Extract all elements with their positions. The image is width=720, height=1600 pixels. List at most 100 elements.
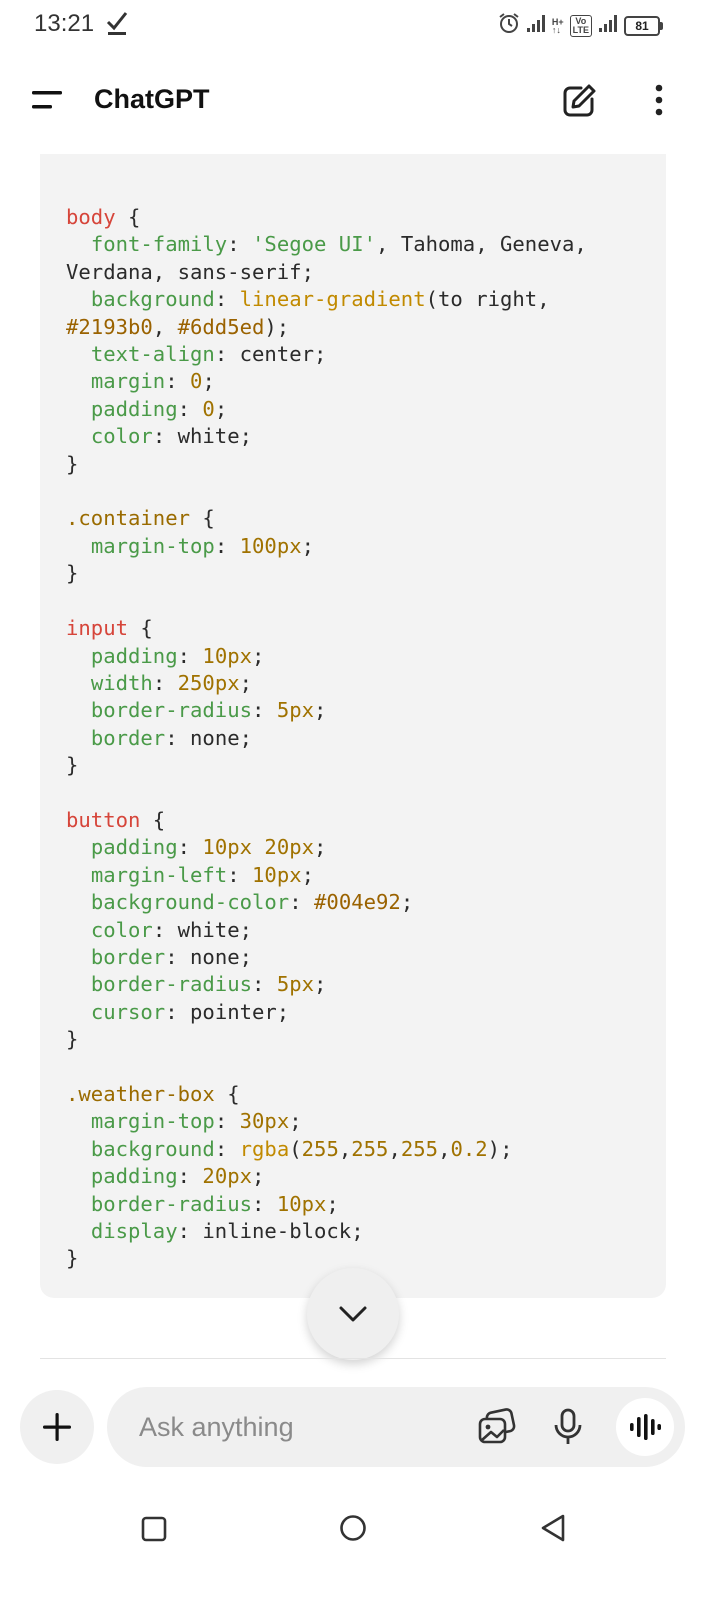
code-token: Verdana, sans-serif; (66, 259, 314, 284)
code-token: , (338, 1136, 352, 1161)
code-token: : (227, 232, 253, 257)
code-token: background (90, 1136, 215, 1161)
checkmark-icon (106, 10, 128, 41)
plus-icon (43, 1413, 71, 1441)
code-token: rgba (239, 1136, 290, 1161)
code-token: } (66, 451, 79, 476)
status-bar: 13:21 H+ ↑↓ Vo LTE 81 (0, 0, 720, 48)
code-token: 30px (239, 1109, 290, 1134)
home-icon[interactable] (339, 1514, 367, 1547)
code-token: #6dd5ed (177, 314, 265, 339)
code-token: : (177, 396, 203, 421)
attach-button[interactable] (20, 1390, 94, 1464)
code-token: body (66, 205, 116, 229)
code-token: #2193b0 (66, 314, 153, 339)
code-token: : (214, 533, 240, 558)
code-token: : (289, 890, 315, 915)
code-token: 0 (190, 369, 203, 394)
code-token: ; (289, 1109, 302, 1134)
code-token: , Tahoma, Geneva, (376, 232, 587, 257)
code-token: 20px (202, 1164, 253, 1189)
code-token: display (90, 1219, 178, 1244)
code-token: ; (314, 698, 327, 723)
code-token: ; (314, 835, 327, 860)
code-token: 10px (252, 862, 302, 887)
code-token: { (190, 506, 215, 531)
code-token: 255 (301, 1136, 339, 1161)
code-token: ; (214, 396, 228, 421)
code-token: ; (252, 1164, 265, 1189)
composer (107, 1387, 685, 1467)
signal-icon (526, 13, 546, 38)
status-time: 13:21 (34, 10, 95, 37)
code-token: border-radius (90, 972, 252, 997)
code-token: 0 (202, 396, 215, 421)
code-token: 'Segoe UI' (252, 232, 377, 257)
new-chat-icon[interactable] (561, 83, 597, 124)
code-token: padding (90, 396, 178, 421)
code-token: : (227, 862, 253, 887)
code-token: } (66, 1027, 79, 1052)
code-token: : none; (165, 944, 253, 969)
battery-icon: 81 (624, 15, 663, 36)
code-token: 100px (239, 533, 302, 558)
code-token: margin-top (90, 1109, 215, 1134)
volte-bottom-label: LTE (572, 24, 589, 35)
image-icon[interactable] (477, 1408, 517, 1451)
hplus-indicator: H+ ↑↓ (551, 16, 564, 35)
code-token: color (90, 424, 153, 449)
voice-mode-button[interactable] (616, 1398, 674, 1456)
code-token: : (214, 1136, 240, 1161)
chevron-down-icon (339, 1306, 367, 1322)
code-token: : none; (165, 725, 253, 750)
code-token: border (90, 944, 166, 969)
code-token: } (66, 561, 79, 586)
volte-badge: Vo LTE (569, 14, 592, 37)
code-token: 5px (276, 698, 315, 723)
more-options-icon[interactable] (648, 83, 672, 124)
code-token: 255 (351, 1136, 389, 1161)
code-token: 10px 20px (202, 835, 315, 860)
alarm-icon (498, 12, 520, 39)
code-token: margin (90, 369, 166, 394)
code-token: 10px (202, 643, 253, 668)
code-token: } (66, 1246, 79, 1271)
code-token: (to right, (425, 287, 550, 312)
scroll-to-bottom-button[interactable] (307, 1268, 399, 1360)
code-token: : (252, 1191, 277, 1216)
code-token: padding (90, 643, 178, 668)
message-input[interactable] (139, 1407, 459, 1447)
code-token: 250px (177, 670, 240, 695)
back-icon[interactable] (539, 1513, 567, 1548)
code-token: width (90, 670, 153, 695)
menu-icon[interactable] (32, 90, 64, 115)
code-token: cursor (90, 999, 166, 1024)
code-token: ); (487, 1136, 513, 1161)
recent-apps-icon[interactable] (141, 1516, 167, 1547)
divider (40, 1358, 666, 1359)
code-token: ; (326, 1191, 339, 1216)
code-token: : (252, 698, 277, 723)
code-token: 0.2 (450, 1136, 488, 1161)
microphone-icon[interactable] (553, 1407, 583, 1452)
code-token: linear-gradient (239, 287, 426, 312)
code-token: : pointer; (165, 999, 290, 1024)
code-token: { (214, 1082, 240, 1106)
code-token: margin-top (90, 533, 215, 558)
code-token: ; (202, 369, 215, 394)
code-token: 5px (276, 972, 315, 997)
code-token: ; (252, 643, 265, 668)
